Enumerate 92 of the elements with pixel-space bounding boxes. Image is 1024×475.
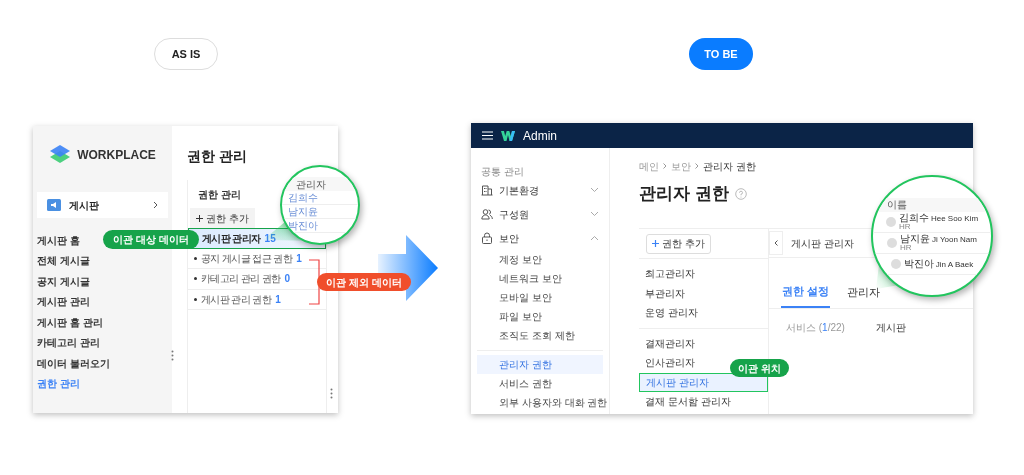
logo-text: WORKPLACE	[77, 147, 156, 164]
admin-english-name: Hee Soo Kim	[930, 214, 979, 223]
panel-title: 권한 관리	[198, 187, 241, 202]
lock-icon	[481, 232, 493, 244]
sidebar-item[interactable]: 서비스 권한	[477, 374, 603, 393]
stage-label: AS IS	[154, 38, 218, 70]
location-tooltip: 이관 위치	[730, 359, 789, 377]
menu-item[interactable]: 게시판 홈	[37, 230, 80, 251]
admin-name: 남지윤	[282, 205, 358, 219]
department: HR	[900, 243, 912, 252]
field-value: 게시판	[876, 320, 906, 335]
plus-icon	[652, 240, 659, 247]
menu-item[interactable]: 게시판 관리	[37, 291, 90, 312]
chevron-right-icon	[663, 163, 667, 169]
sidebar-group[interactable]: 구성원	[477, 202, 603, 226]
chevron-right-icon	[695, 163, 699, 169]
sidebar-item[interactable]: 관리자 권한	[477, 355, 603, 374]
role-item[interactable]: 결재 문서함 관리자	[639, 392, 768, 412]
page-title: 권한 관리	[187, 148, 247, 164]
board-card[interactable]: 게시판	[37, 192, 168, 218]
menu-item[interactable]: 게시판 홈 관리	[37, 312, 103, 333]
sidebar-group[interactable]: 보안	[477, 226, 603, 250]
help-icon[interactable]	[734, 188, 747, 200]
admin-english-name: Jin A Baek	[935, 260, 974, 269]
group-label: 보안	[499, 231, 520, 246]
sidebar-item[interactable]: 네트워크 보안	[477, 269, 603, 288]
menu-icon[interactable]	[482, 131, 493, 140]
department: HR	[898, 222, 911, 231]
chevron-up-icon[interactable]	[590, 235, 599, 241]
admin-name: 김희수	[282, 191, 358, 205]
member-count: 0	[284, 272, 291, 287]
detail-title: 게시판 관리자	[791, 236, 854, 251]
admin-name: 남지윤	[900, 233, 931, 244]
group-label: 기본환경	[499, 183, 540, 198]
bullet-icon	[194, 256, 197, 260]
menu-item[interactable]: 공지 게시글	[37, 271, 90, 292]
avatar-icon	[885, 216, 896, 227]
role-item[interactable]: 최고관리자	[639, 264, 768, 284]
field-label: 서비스 (1/22)	[786, 320, 846, 335]
avatar-icon	[890, 258, 901, 269]
permission-name: 공지 게시글 접근 권한	[201, 251, 293, 266]
page-title: 관리자 권한	[639, 183, 729, 206]
add-permission-button[interactable]: 권한 추가	[646, 233, 711, 254]
app-title: Admin	[523, 127, 557, 145]
back-button[interactable]	[769, 231, 783, 255]
permission-row[interactable]: 공지 게시글 접근 권한 1	[188, 248, 326, 269]
member-count: 15	[264, 231, 276, 246]
sidebar-item[interactable]: 계정 보안	[477, 250, 603, 269]
resize-handle-icon[interactable]	[171, 350, 174, 361]
people-icon	[481, 208, 493, 220]
sidebar-group[interactable]: 기본환경	[477, 178, 603, 202]
exclude-tooltip: 이관 제외 데이터	[317, 273, 411, 291]
admin-name: 박진아	[903, 258, 934, 269]
bullet-icon	[194, 297, 197, 301]
admin-name: 박진아	[282, 219, 358, 233]
member-count: 1	[275, 292, 281, 307]
board-title: 게시판	[69, 198, 100, 213]
role-item[interactable]: 부관리자	[639, 283, 768, 303]
chevron-left-icon	[774, 240, 778, 246]
chevron-down-icon[interactable]	[590, 211, 599, 217]
chevron-right-icon	[153, 201, 158, 209]
sidebar-item[interactable]: 조직도 조회 제한	[477, 326, 603, 345]
tab[interactable]: 관리자	[846, 276, 882, 308]
breadcrumb-item: 관리자 권한	[703, 159, 756, 174]
megaphone-board-icon	[47, 199, 61, 211]
tab[interactable]: 권한 설정	[781, 276, 831, 308]
member-count: 1	[296, 251, 302, 266]
plus-icon	[196, 214, 203, 222]
more-icon[interactable]	[330, 388, 333, 399]
w-logo-icon	[501, 129, 515, 142]
menu-item[interactable]: 카테고리 관리	[37, 332, 100, 353]
avatar-icon	[887, 237, 898, 248]
menu-item[interactable]: 데이터 불러오기	[37, 353, 110, 374]
section-label: 공통 관리	[480, 164, 525, 178]
permission-name: 카테고리 관리 권한	[201, 272, 281, 287]
sidebar-item[interactable]: 모바일 보안	[477, 288, 603, 307]
building-icon	[481, 184, 493, 196]
admin-name: 김희수	[898, 212, 929, 223]
sidebar-item[interactable]: 파일 보안	[477, 307, 603, 326]
permission-name: 게시판 관리자	[202, 231, 261, 246]
stage-label: TO BE	[689, 38, 753, 70]
chevron-down-icon[interactable]	[590, 187, 599, 193]
add-permission-button[interactable]: 권한 추가	[190, 208, 255, 228]
menu-item[interactable]: 전체 게시글	[37, 250, 90, 271]
migrate-tooltip: 이관 대상 데이터	[103, 230, 199, 249]
role-item[interactable]: 운영 관리자	[639, 303, 768, 323]
permission-row[interactable]: 게시판 관리 권한 1	[188, 289, 326, 310]
bullet-icon	[194, 277, 197, 281]
admin-english-name: Ji Yoon Nam	[932, 235, 977, 244]
role-item[interactable]: 결재관리자	[639, 333, 768, 353]
permission-name: 게시판 관리 권한	[201, 292, 272, 307]
group-label: 구성원	[499, 207, 530, 222]
